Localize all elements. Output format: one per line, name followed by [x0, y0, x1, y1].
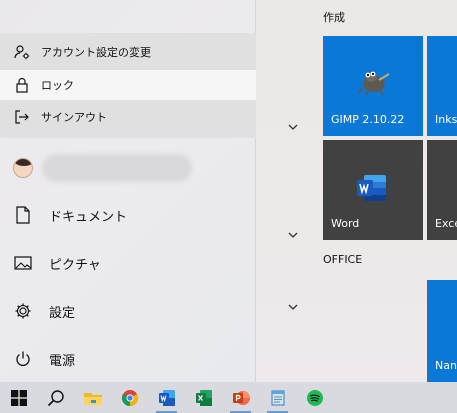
taskbar-excel[interactable]: [185, 382, 222, 413]
pictures-icon: [13, 253, 33, 273]
avatar: [13, 158, 33, 178]
user-name-redacted: [42, 154, 192, 182]
word-icon: [158, 389, 175, 406]
document-icon: [13, 205, 33, 225]
taskbar-spotify[interactable]: [296, 382, 333, 413]
taskbar-file-explorer[interactable]: [74, 382, 111, 413]
word-icon: [357, 175, 386, 201]
word-tile-label: Word: [331, 217, 360, 230]
gimp-icon: [358, 71, 390, 96]
notepad-icon: [271, 390, 284, 405]
start-button[interactable]: [0, 382, 37, 413]
sign-out-icon: [13, 108, 31, 126]
taskbar-chrome[interactable]: [111, 382, 148, 413]
nav-item-documents[interactable]: ドキュメント: [0, 195, 256, 235]
excel-tile-label: Exce: [435, 217, 457, 230]
nan-tile[interactable]: Nan: [427, 280, 457, 382]
excel-icon: [195, 389, 212, 406]
nav-label-power: 電源: [49, 353, 76, 369]
excel-tile[interactable]: Exce: [427, 140, 457, 240]
nav-item-power[interactable]: 電源: [0, 339, 256, 379]
power-icon: [13, 349, 33, 369]
word-tile[interactable]: Word: [323, 140, 423, 240]
inkscape-tile-label: Inks: [435, 113, 457, 126]
change-account-settings-item[interactable]: アカウント設定の変更: [0, 37, 256, 67]
account-settings-icon: [13, 43, 31, 61]
lock-icon: [13, 76, 31, 94]
spotify-icon: [306, 389, 323, 406]
windows-start-icon: [10, 389, 27, 406]
chrome-icon: [121, 389, 138, 406]
chevron-down-icon[interactable]: [286, 120, 300, 134]
start-left-menu: アカウント設定の変更 ロック サインアウト ドキュメント ピクチャ 設定 電源: [0, 0, 256, 382]
taskbar-notepad[interactable]: [259, 382, 296, 413]
nav-item-pictures[interactable]: ピクチャ: [0, 243, 256, 283]
sign-out-label: サインアウト: [41, 111, 107, 124]
lock-item[interactable]: ロック: [0, 70, 256, 100]
tile-group-title[interactable]: 作成: [323, 9, 345, 25]
taskbar-powerpoint[interactable]: [222, 382, 259, 413]
powerpoint-icon: [232, 390, 250, 405]
gimp-tile-label: GIMP 2.10.22: [331, 113, 405, 126]
search-button[interactable]: [37, 382, 74, 413]
nan-tile-label: Nan: [435, 359, 457, 372]
file-explorer-icon: [83, 392, 102, 405]
inkscape-tile[interactable]: Inks: [427, 36, 457, 136]
gear-icon: [13, 301, 33, 321]
nav-label-pictures: ピクチャ: [49, 257, 101, 273]
lock-label: ロック: [41, 79, 74, 92]
nav-label-settings: 設定: [49, 305, 76, 321]
chevron-down-icon[interactable]: [286, 228, 300, 242]
account-popup-menu: アカウント設定の変更 ロック サインアウト: [0, 33, 256, 138]
gimp-tile[interactable]: GIMP 2.10.22: [323, 36, 423, 136]
taskbar: [0, 382, 457, 413]
sign-out-item[interactable]: サインアウト: [0, 102, 256, 132]
chevron-down-icon[interactable]: [286, 300, 300, 314]
nav-label-documents: ドキュメント: [49, 209, 128, 225]
taskbar-word[interactable]: [148, 382, 185, 413]
search-icon: [47, 389, 64, 406]
office-group-title[interactable]: OFFICE: [323, 253, 362, 266]
nav-item-settings[interactable]: 設定: [0, 291, 256, 331]
change-account-settings-label: アカウント設定の変更: [41, 46, 151, 59]
user-account-row[interactable]: [0, 152, 256, 184]
